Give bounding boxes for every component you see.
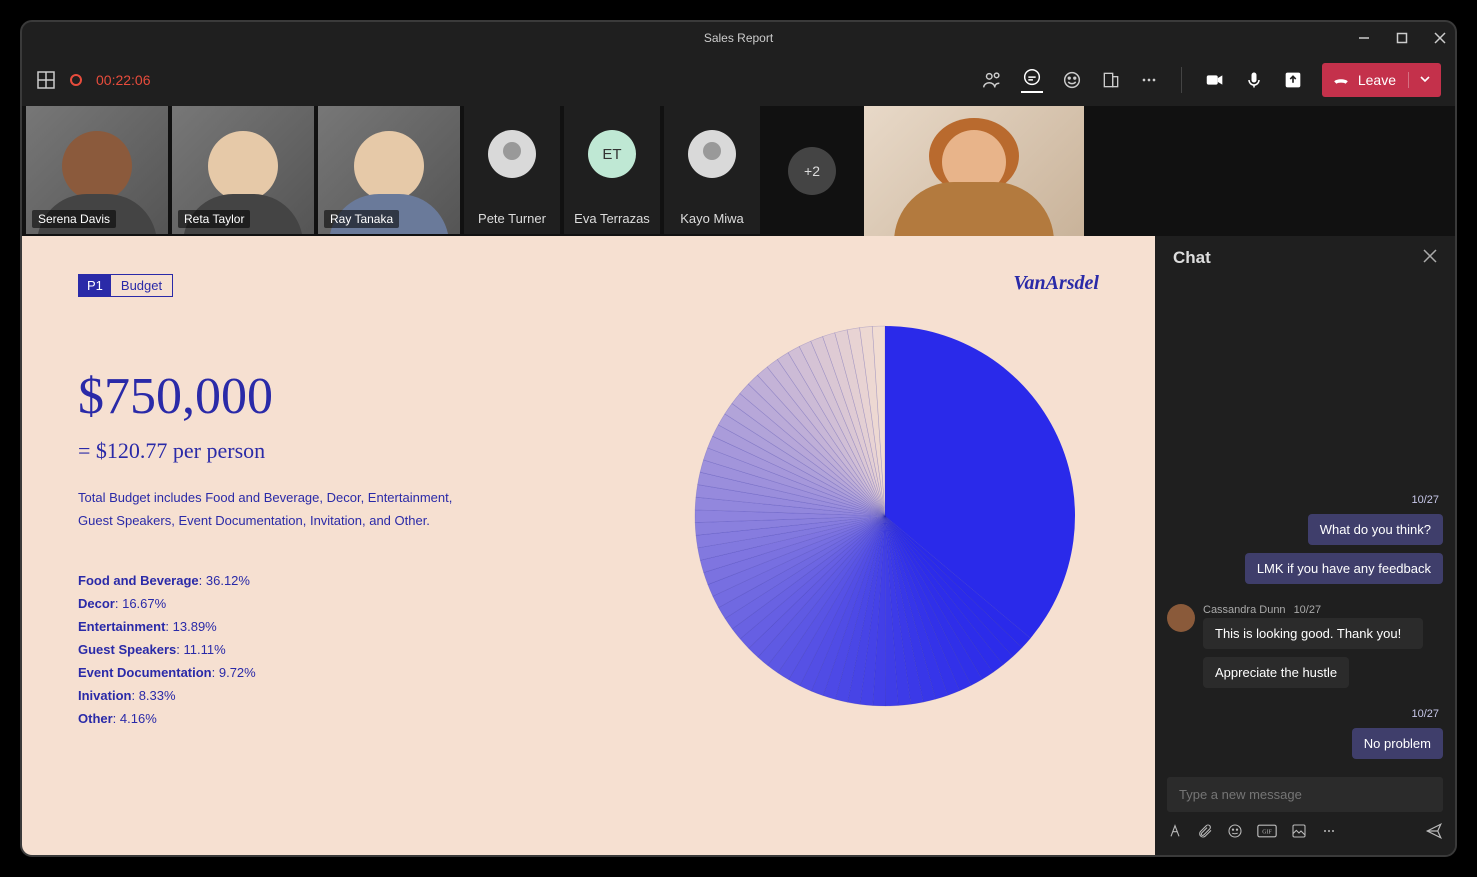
slide-badge: P1 Budget bbox=[78, 274, 173, 297]
chat-message-self[interactable]: No problem bbox=[1352, 728, 1443, 759]
more-compose-icon[interactable] bbox=[1321, 823, 1337, 844]
chat-input[interactable] bbox=[1167, 777, 1443, 812]
close-button[interactable] bbox=[1433, 31, 1447, 45]
close-chat-icon[interactable] bbox=[1423, 248, 1437, 268]
chat-title: Chat bbox=[1173, 248, 1211, 268]
message-timestamp: 10/27 bbox=[1411, 708, 1439, 720]
minimize-button[interactable] bbox=[1357, 31, 1371, 45]
more-actions-icon[interactable] bbox=[1139, 70, 1159, 90]
title-bar: Sales Report bbox=[22, 22, 1455, 54]
chat-icon[interactable] bbox=[1021, 67, 1043, 93]
meeting-timer: 00:22:06 bbox=[96, 72, 151, 88]
share-icon[interactable] bbox=[1282, 69, 1304, 91]
layout-grid-icon[interactable] bbox=[36, 70, 56, 90]
main-area: P1 Budget VanArsdel $750,000 = $120.77 p… bbox=[22, 236, 1455, 855]
pie-chart bbox=[685, 316, 1085, 721]
avatar bbox=[1167, 604, 1195, 632]
shared-content: P1 Budget VanArsdel $750,000 = $120.77 p… bbox=[22, 236, 1155, 855]
participants-icon[interactable] bbox=[981, 69, 1003, 91]
video-tile[interactable]: Reta Taylor bbox=[172, 106, 314, 234]
leave-button[interactable]: Leave bbox=[1322, 63, 1441, 97]
maximize-button[interactable] bbox=[1395, 31, 1409, 45]
participant-name: Serena Davis bbox=[32, 210, 116, 228]
budget-slide: P1 Budget VanArsdel $750,000 = $120.77 p… bbox=[22, 236, 1155, 855]
chat-panel: Chat 10/27 What do you think? LMK if you… bbox=[1155, 236, 1455, 855]
message-timestamp: 10/27 bbox=[1411, 494, 1439, 506]
avatar-tile[interactable]: Kayo Miwa bbox=[664, 106, 760, 234]
chat-message-self[interactable]: LMK if you have any feedback bbox=[1245, 553, 1443, 584]
compose-area: GIF bbox=[1155, 769, 1455, 855]
meeting-window: Sales Report 00:22:06 bbox=[20, 20, 1457, 857]
brand-logo: VanArsdel bbox=[1013, 272, 1099, 295]
overflow-count: +2 bbox=[788, 147, 836, 195]
video-tile[interactable]: Serena Davis bbox=[26, 106, 168, 234]
badge-primary: P1 bbox=[79, 275, 111, 296]
chat-messages: 10/27 What do you think? LMK if you have… bbox=[1155, 280, 1455, 769]
message-timestamp: 10/27 bbox=[1294, 604, 1322, 616]
gif-icon[interactable]: GIF bbox=[1257, 824, 1277, 843]
chevron-down-icon[interactable] bbox=[1408, 72, 1431, 88]
chat-message-self[interactable]: What do you think? bbox=[1308, 514, 1443, 545]
rooms-icon[interactable] bbox=[1101, 70, 1121, 90]
sender-name: Cassandra Dunn bbox=[1203, 604, 1286, 616]
toolbar-separator bbox=[1181, 67, 1182, 93]
format-icon[interactable] bbox=[1167, 823, 1183, 844]
mic-icon[interactable] bbox=[1244, 69, 1264, 91]
participant-name: Reta Taylor bbox=[178, 210, 250, 228]
participant-name: Kayo Miwa bbox=[680, 211, 744, 226]
participant-name: Eva Terrazas bbox=[574, 211, 650, 226]
video-tile[interactable]: Ray Tanaka bbox=[318, 106, 460, 234]
camera-icon[interactable] bbox=[1204, 69, 1226, 91]
badge-secondary: Budget bbox=[111, 275, 172, 296]
svg-text:GIF: GIF bbox=[1262, 830, 1272, 836]
meeting-toolbar: 00:22:06 bbox=[22, 54, 1455, 106]
window-title: Sales Report bbox=[704, 31, 773, 45]
avatar-initials: ET bbox=[588, 130, 636, 178]
hangup-icon bbox=[1332, 71, 1350, 89]
participants-row: Serena Davis Reta Taylor Ray Tanaka Pete… bbox=[22, 106, 1455, 236]
attach-icon[interactable] bbox=[1197, 823, 1213, 844]
sticker-icon[interactable] bbox=[1291, 823, 1307, 844]
avatar-tile[interactable]: Pete Turner bbox=[464, 106, 560, 234]
presenter-tile[interactable] bbox=[864, 106, 1084, 236]
participant-name: Pete Turner bbox=[478, 211, 546, 226]
overflow-tile[interactable]: +2 bbox=[764, 106, 860, 236]
leave-label: Leave bbox=[1358, 72, 1396, 88]
participant-name: Ray Tanaka bbox=[324, 210, 399, 228]
avatar-tile[interactable]: ET Eva Terrazas bbox=[564, 106, 660, 234]
chat-message-other-row: Cassandra Dunn 10/27 This is looking goo… bbox=[1167, 604, 1443, 649]
reactions-icon[interactable] bbox=[1061, 69, 1083, 91]
send-icon[interactable] bbox=[1425, 822, 1443, 845]
emoji-icon[interactable] bbox=[1227, 823, 1243, 844]
chat-message-other[interactable]: This is looking good. Thank you! bbox=[1203, 618, 1423, 649]
chat-message-other[interactable]: Appreciate the hustle bbox=[1203, 657, 1349, 688]
recording-icon bbox=[70, 74, 82, 86]
